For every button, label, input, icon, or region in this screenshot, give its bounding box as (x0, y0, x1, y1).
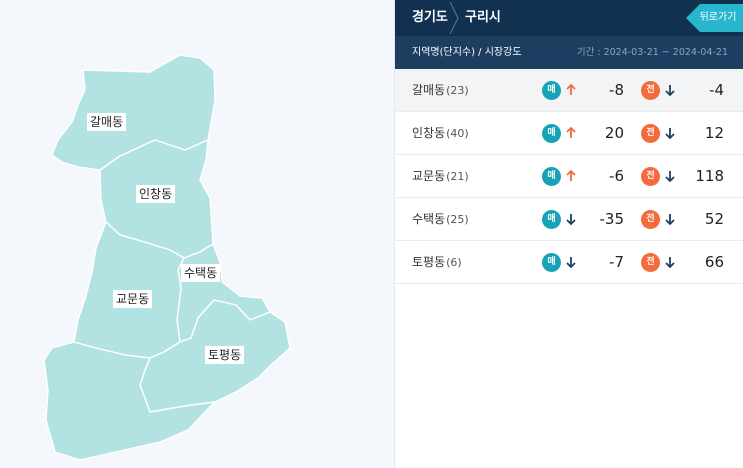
table-header: 지역명(단지수) / 시장강도 기간 : 2024-03-21 ~ 2024-0… (395, 36, 743, 69)
jeon-value: -4 (709, 81, 724, 99)
region-label: 교문동 (412, 169, 446, 183)
map-label-galmae[interactable]: 갈매동 (87, 113, 127, 131)
back-button[interactable]: 뒤로가기 (686, 4, 743, 32)
jeon-badge: 전 (641, 167, 660, 186)
sale-badge: 매 (542, 210, 561, 229)
jeon-value: 12 (704, 124, 724, 142)
map-panel: 갈매동 인창동 수택동 교문동 토평동 (0, 0, 394, 468)
region-name: 인창동(40) (412, 112, 469, 155)
complex-count: (40) (446, 127, 469, 140)
map-label-sutaek[interactable]: 수택동 (181, 264, 221, 282)
region-label: 수택동 (412, 212, 446, 226)
region-name: 교문동(21) (412, 155, 469, 198)
map-label-gyomun[interactable]: 교문동 (113, 290, 153, 308)
sale-value: -6 (609, 167, 624, 185)
chevron-right-icon (449, 1, 459, 35)
jeon-badge: 전 (641, 210, 660, 229)
sale-badge: 매 (542, 167, 561, 186)
jeon-badge: 전 (641, 81, 660, 100)
region-label: 갈매동 (412, 83, 446, 97)
breadcrumb-province[interactable]: 경기도 (412, 0, 448, 36)
table-row[interactable]: 토평동(6) 매 -7 전 66 (395, 241, 743, 284)
region-label: 인창동 (412, 126, 446, 140)
complex-count: (23) (446, 84, 469, 97)
sale-badge: 매 (542, 124, 561, 143)
region-name: 갈매동(23) (412, 69, 469, 112)
breadcrumb-city[interactable]: 구리시 (465, 0, 501, 36)
table-row[interactable]: 수택동(25) 매 -35 전 52 (395, 198, 743, 241)
jeon-badge: 전 (641, 253, 660, 272)
complex-count: (21) (446, 170, 469, 183)
table-row[interactable]: 교문동(21) 매 -6 전 118 (395, 155, 743, 198)
map-label-topyeong[interactable]: 토평동 (205, 346, 245, 364)
map-label-inchang[interactable]: 인창동 (136, 185, 176, 203)
sale-value: -7 (609, 253, 624, 271)
jeon-badge: 전 (641, 124, 660, 143)
jeon-value: 66 (704, 253, 724, 271)
table-row[interactable]: 갈매동(23) 매 -8 전 -4 (395, 69, 743, 112)
column-header-region: 지역명(단지수) / 시장강도 (412, 47, 522, 58)
region-name: 수택동(25) (412, 198, 469, 241)
region-label: 토평동 (412, 255, 446, 269)
sale-badge: 매 (542, 81, 561, 100)
region-list: 갈매동(23) 매 -8 전 -4 인창동(40) 매 20 전 12 교문동(… (395, 69, 743, 284)
sale-value: -35 (599, 210, 625, 228)
sale-badge: 매 (542, 253, 561, 272)
table-row[interactable]: 인창동(40) 매 20 전 12 (395, 112, 743, 155)
sale-value: -8 (609, 81, 624, 99)
complex-count: (25) (446, 213, 469, 226)
period-range: 기간 : 2024-03-21 ~ 2024-04-21 (576, 47, 728, 58)
district-map (43, 54, 291, 461)
jeon-value: 118 (695, 167, 724, 185)
complex-count: (6) (446, 256, 462, 269)
market-panel: 경기도 구리시 뒤로가기 지역명(단지수) / 시장강도 기간 : 2024-0… (394, 0, 743, 468)
jeon-value: 52 (704, 210, 724, 228)
region-name: 토평동(6) (412, 241, 462, 284)
sale-value: 20 (604, 124, 624, 142)
breadcrumb: 경기도 구리시 뒤로가기 (395, 0, 743, 36)
